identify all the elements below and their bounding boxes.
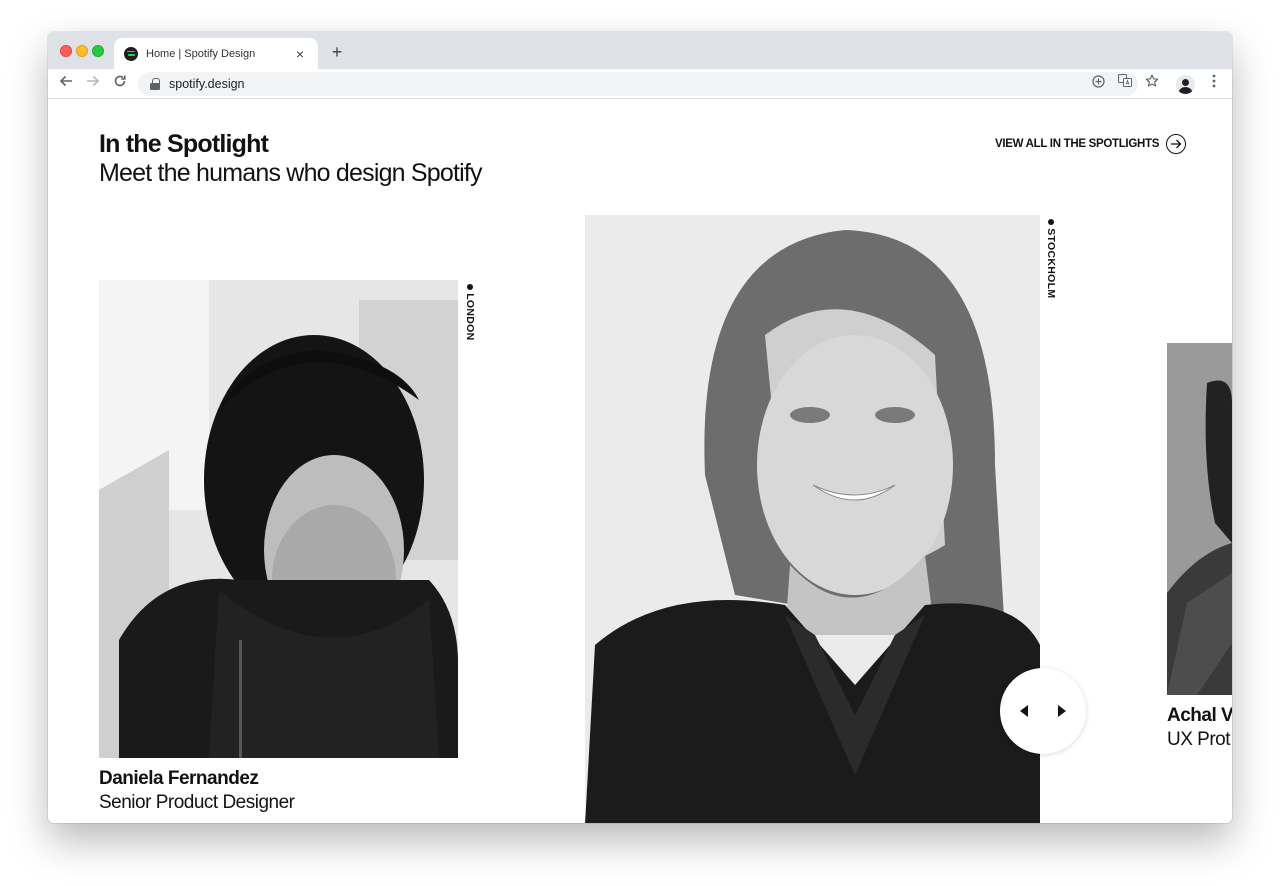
person-name[interactable]: Daniela Fernandez xyxy=(99,768,259,790)
reload-icon[interactable] xyxy=(110,74,130,94)
close-window-button[interactable] xyxy=(60,45,72,57)
browser-window: Home | Spotify Design × + spotify.design xyxy=(48,32,1232,823)
more-menu-icon[interactable] xyxy=(1204,74,1224,94)
person-name[interactable]: Achal V xyxy=(1167,705,1232,727)
maximize-window-button[interactable] xyxy=(92,45,104,57)
portrait-photo-daniela[interactable] xyxy=(99,280,458,758)
city-text: STOCKHOLM xyxy=(1045,228,1057,299)
carousel-next-arrow-icon[interactable] xyxy=(1052,702,1072,720)
view-all-spotlights-link[interactable]: VIEW ALL IN THE SPOTLIGHTS xyxy=(995,134,1187,154)
new-tab-button[interactable]: + xyxy=(326,41,348,63)
section-subtitle: Meet the humans who design Spotify xyxy=(99,159,483,187)
bookmark-star-icon[interactable] xyxy=(1142,74,1162,94)
carousel-prev-arrow-icon[interactable] xyxy=(1014,702,1034,720)
profile-avatar-icon[interactable] xyxy=(1176,75,1195,94)
tab-strip: Home | Spotify Design × + xyxy=(48,32,1232,69)
carousel-control xyxy=(1000,668,1086,754)
add-icon[interactable] xyxy=(1088,74,1108,94)
view-all-label: VIEW ALL IN THE SPOTLIGHTS xyxy=(995,138,1160,150)
city-label-stockholm: STOCKHOLM xyxy=(1045,215,1057,298)
tab-title: Home | Spotify Design xyxy=(146,47,256,60)
city-label-london: LONDON xyxy=(464,280,476,341)
minimize-window-button[interactable] xyxy=(76,45,88,57)
back-arrow-icon[interactable] xyxy=(56,74,76,94)
city-text: LONDON xyxy=(464,293,476,341)
translate-icon[interactable] xyxy=(1115,74,1135,94)
arrow-right-circle-icon xyxy=(1166,134,1187,154)
city-dot-icon xyxy=(467,284,473,290)
url-text: spotify.design xyxy=(169,77,245,91)
forward-arrow-icon[interactable] xyxy=(83,74,103,94)
section-title: In the Spotlight xyxy=(99,130,269,158)
address-bar[interactable]: spotify.design xyxy=(138,72,1138,96)
browser-tab[interactable]: Home | Spotify Design × xyxy=(114,38,318,69)
portrait-photo-achal[interactable] xyxy=(1167,343,1232,695)
person-role: Senior Product Designer xyxy=(99,792,295,813)
page-content: In the Spotlight Meet the humans who des… xyxy=(48,100,1232,823)
person-role: UX Prot xyxy=(1167,729,1231,750)
spotify-favicon-icon xyxy=(124,46,138,61)
city-dot-icon xyxy=(1048,219,1054,225)
browser-toolbar: spotify.design xyxy=(48,69,1232,99)
portrait-photo-stockholm[interactable] xyxy=(585,215,1040,823)
tab-close-icon[interactable]: × xyxy=(292,47,308,61)
lock-icon xyxy=(150,78,160,90)
